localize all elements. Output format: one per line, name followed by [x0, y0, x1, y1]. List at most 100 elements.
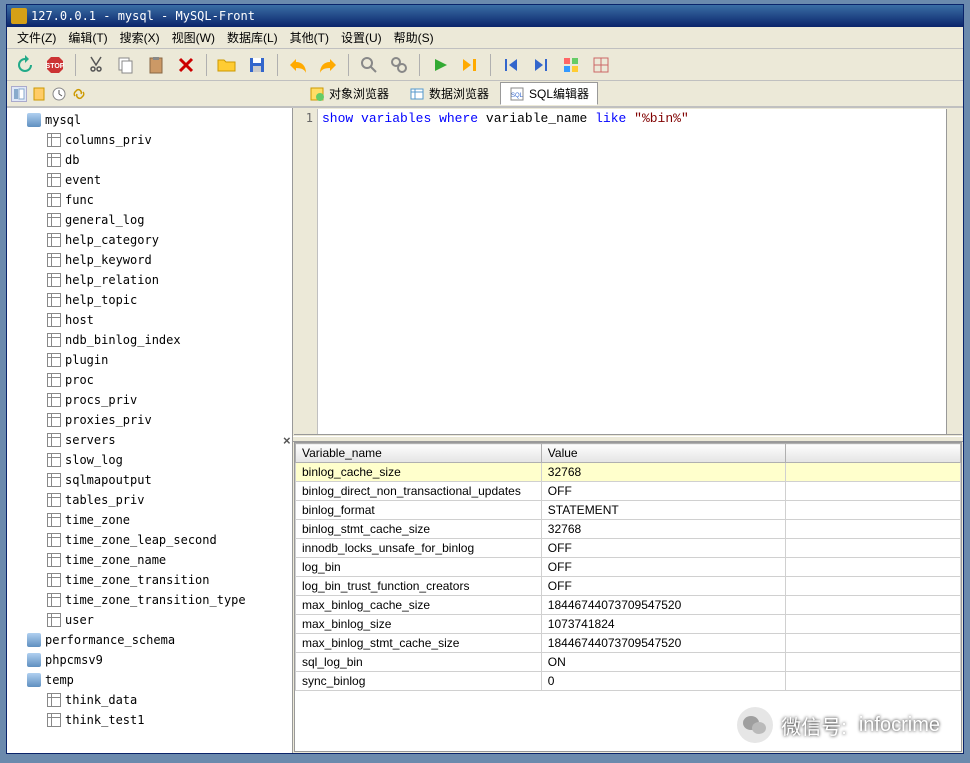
result-row[interactable]: binlog_cache_size32768: [296, 463, 961, 482]
result-row[interactable]: binlog_direct_non_transactional_updatesO…: [296, 482, 961, 501]
result-grid[interactable]: Variable_name Value binlog_cache_size327…: [294, 442, 962, 752]
cell-variable-name[interactable]: max_binlog_cache_size: [296, 596, 542, 615]
tree-item-performance_schema[interactable]: performance_schema: [7, 630, 292, 650]
menu-database[interactable]: 数据库(L): [221, 27, 284, 48]
cell-variable-name[interactable]: innodb_locks_unsafe_for_binlog: [296, 539, 542, 558]
horizontal-splitter[interactable]: ×: [293, 436, 963, 442]
menu-edit[interactable]: 编辑(T): [62, 27, 113, 48]
cell-value[interactable]: OFF: [541, 482, 786, 501]
tree-item-user[interactable]: user: [7, 610, 292, 630]
bookmark-icon[interactable]: [31, 86, 47, 102]
result-row[interactable]: log_bin_trust_function_creatorsOFF: [296, 577, 961, 596]
cell-value[interactable]: 32768: [541, 520, 786, 539]
cell-value[interactable]: 0: [541, 672, 786, 691]
undo-icon[interactable]: [286, 53, 310, 77]
tree-item-proxies_priv[interactable]: proxies_priv: [7, 410, 292, 430]
menu-other[interactable]: 其他(T): [284, 27, 335, 48]
result-row[interactable]: log_binOFF: [296, 558, 961, 577]
tree-item-time_zone_name[interactable]: time_zone_name: [7, 550, 292, 570]
tree-item-temp[interactable]: temp: [7, 670, 292, 690]
cell-variable-name[interactable]: sql_log_bin: [296, 653, 542, 672]
cell-value[interactable]: 18446744073709547520: [541, 634, 786, 653]
tree-item-help_topic[interactable]: help_topic: [7, 290, 292, 310]
sql-editor-area[interactable]: 1 show variables where variable_name lik…: [294, 109, 962, 435]
cell-variable-name[interactable]: sync_binlog: [296, 672, 542, 691]
editor-code[interactable]: show variables where variable_name like …: [318, 109, 946, 434]
cell-variable-name[interactable]: log_bin: [296, 558, 542, 577]
cell-value[interactable]: 18446744073709547520: [541, 596, 786, 615]
tree-item-ndb_binlog_index[interactable]: ndb_binlog_index: [7, 330, 292, 350]
find-icon[interactable]: [357, 53, 381, 77]
link-icon[interactable]: [71, 86, 87, 102]
cell-value[interactable]: ON: [541, 653, 786, 672]
open-icon[interactable]: [215, 53, 239, 77]
result-row[interactable]: sql_log_binON: [296, 653, 961, 672]
run-icon[interactable]: [428, 53, 452, 77]
first-icon[interactable]: [499, 53, 523, 77]
result-row[interactable]: max_binlog_cache_size1844674407370954752…: [296, 596, 961, 615]
result-row[interactable]: sync_binlog0: [296, 672, 961, 691]
stop-icon[interactable]: STOP: [43, 53, 67, 77]
cell-value[interactable]: OFF: [541, 539, 786, 558]
menu-settings[interactable]: 设置(U): [335, 27, 388, 48]
menu-file[interactable]: 文件(Z): [11, 27, 62, 48]
editor-scrollbar[interactable]: [946, 109, 962, 434]
grid-icon[interactable]: [559, 53, 583, 77]
last-icon[interactable]: [529, 53, 553, 77]
cell-variable-name[interactable]: binlog_direct_non_transactional_updates: [296, 482, 542, 501]
tree-item-general_log[interactable]: general_log: [7, 210, 292, 230]
result-row[interactable]: binlog_stmt_cache_size32768: [296, 520, 961, 539]
cell-variable-name[interactable]: max_binlog_size: [296, 615, 542, 634]
tree-item-time_zone_leap_second[interactable]: time_zone_leap_second: [7, 530, 292, 550]
result-row[interactable]: innodb_locks_unsafe_for_binlogOFF: [296, 539, 961, 558]
grid2-icon[interactable]: [589, 53, 613, 77]
cell-variable-name[interactable]: binlog_format: [296, 501, 542, 520]
cell-variable-name[interactable]: binlog_cache_size: [296, 463, 542, 482]
cell-variable-name[interactable]: max_binlog_stmt_cache_size: [296, 634, 542, 653]
cell-variable-name[interactable]: binlog_stmt_cache_size: [296, 520, 542, 539]
tab-data-browser[interactable]: 数据浏览器: [400, 82, 498, 105]
delete-icon[interactable]: [174, 53, 198, 77]
result-row[interactable]: max_binlog_size1073741824: [296, 615, 961, 634]
cut-icon[interactable]: [84, 53, 108, 77]
tree-item-sqlmapoutput[interactable]: sqlmapoutput: [7, 470, 292, 490]
menu-help[interactable]: 帮助(S): [388, 27, 440, 48]
cell-value[interactable]: OFF: [541, 577, 786, 596]
tree-toggle-icon[interactable]: [11, 86, 27, 102]
result-row[interactable]: max_binlog_stmt_cache_size18446744073709…: [296, 634, 961, 653]
refresh-icon[interactable]: [13, 53, 37, 77]
tree-item-time_zone_transition[interactable]: time_zone_transition: [7, 570, 292, 590]
cell-value[interactable]: 1073741824: [541, 615, 786, 634]
tree-panel[interactable]: mysqlcolumns_privdbeventfuncgeneral_logh…: [7, 108, 293, 753]
cell-variable-name[interactable]: log_bin_trust_function_creators: [296, 577, 542, 596]
tree-item-event[interactable]: event: [7, 170, 292, 190]
tree-item-time_zone[interactable]: time_zone: [7, 510, 292, 530]
tree-item-think_data[interactable]: think_data: [7, 690, 292, 710]
tree-item-procs_priv[interactable]: procs_priv: [7, 390, 292, 410]
tree-item-proc[interactable]: proc: [7, 370, 292, 390]
tree-item-phpcmsv9[interactable]: phpcmsv9: [7, 650, 292, 670]
save-icon[interactable]: [245, 53, 269, 77]
menu-view[interactable]: 视图(W): [166, 27, 221, 48]
tree-item-think_test1[interactable]: think_test1: [7, 710, 292, 730]
cell-value[interactable]: STATEMENT: [541, 501, 786, 520]
tree-item-db[interactable]: db: [7, 150, 292, 170]
tree-item-slow_log[interactable]: slow_log: [7, 450, 292, 470]
cell-value[interactable]: OFF: [541, 558, 786, 577]
tree-item-help_relation[interactable]: help_relation: [7, 270, 292, 290]
tab-object-browser[interactable]: 对象浏览器: [300, 82, 398, 105]
clock-icon[interactable]: [51, 86, 67, 102]
tree-item-mysql[interactable]: mysql: [7, 110, 292, 130]
tree-item-plugin[interactable]: plugin: [7, 350, 292, 370]
cell-value[interactable]: 32768: [541, 463, 786, 482]
replace-icon[interactable]: [387, 53, 411, 77]
result-row[interactable]: binlog_formatSTATEMENT: [296, 501, 961, 520]
tree-item-columns_priv[interactable]: columns_priv: [7, 130, 292, 150]
tab-sql-editor[interactable]: SQL SQL编辑器: [500, 82, 598, 105]
tree-item-help_category[interactable]: help_category: [7, 230, 292, 250]
tree-item-tables_priv[interactable]: tables_priv: [7, 490, 292, 510]
tree-item-func[interactable]: func: [7, 190, 292, 210]
tree-item-servers[interactable]: servers: [7, 430, 292, 450]
close-panel-icon[interactable]: ×: [283, 433, 291, 448]
copy-icon[interactable]: [114, 53, 138, 77]
